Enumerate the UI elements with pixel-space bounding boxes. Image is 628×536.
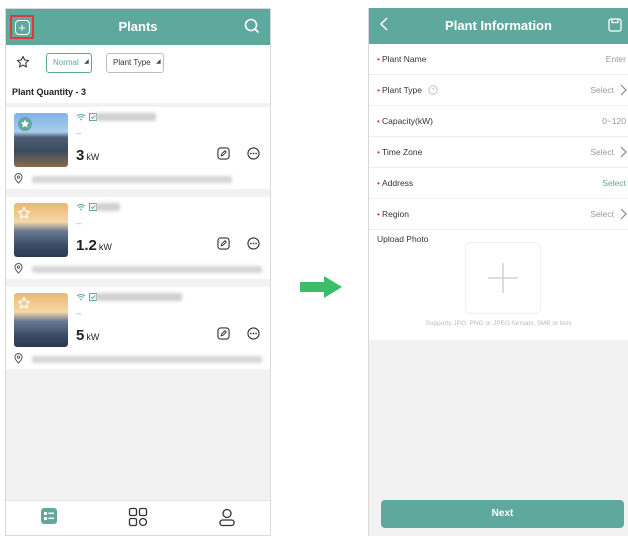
field-label: Capacity(kW) xyxy=(381,116,433,126)
plant-address-redacted xyxy=(32,266,262,273)
user-icon[interactable] xyxy=(217,507,237,527)
page-title: Plants xyxy=(118,19,158,34)
favorite-star-filled-icon[interactable] xyxy=(17,116,33,132)
region-field[interactable]: • Region Select xyxy=(369,199,628,230)
plant-type-field[interactable]: • Plant Type ? Select xyxy=(369,75,628,106)
edit-icon[interactable] xyxy=(217,147,230,160)
plant-card[interactable]: -- 1.2 kW xyxy=(6,197,270,279)
plant-address-redacted xyxy=(32,176,232,183)
favorite-star-outline-icon[interactable] xyxy=(17,296,31,310)
apps-grid-icon[interactable] xyxy=(128,507,148,527)
required-marker: • xyxy=(377,178,380,188)
location-pin-icon xyxy=(14,353,23,364)
address-field[interactable]: • Address Select xyxy=(369,168,628,199)
more-options-icon[interactable] xyxy=(247,237,260,250)
field-label: Plant Type xyxy=(381,85,422,95)
page-title: Plant Information xyxy=(445,18,552,33)
plant-info-header: Plant Information xyxy=(369,8,628,44)
filter-bar: Normal ◢ Plant Type ◢ xyxy=(6,45,270,81)
field-label: Region xyxy=(381,209,409,219)
required-marker: • xyxy=(377,147,380,157)
chevron-right-icon xyxy=(620,146,627,158)
edit-icon[interactable] xyxy=(217,237,230,250)
wifi-icon xyxy=(76,204,86,211)
capacity-field[interactable]: • Capacity(kW) 0~120 xyxy=(369,106,628,137)
address-select[interactable]: Select xyxy=(602,168,626,199)
plant-type-select[interactable]: Select xyxy=(590,75,614,106)
upload-photo-section: Upload Photo Supports JPG, PNG or JPEG f… xyxy=(369,230,628,340)
plant-capacity: 1.2 kW xyxy=(76,237,112,254)
plant-capacity-unit: kW xyxy=(98,242,112,252)
location-pin-icon xyxy=(14,263,23,274)
plant-capacity-value: 1.2 xyxy=(76,237,97,254)
plant-thumbnail xyxy=(14,113,68,167)
plant-status-text: -- xyxy=(76,129,82,138)
wifi-icon xyxy=(76,114,86,121)
more-options-icon[interactable] xyxy=(247,327,260,340)
plants-header: + Plants xyxy=(6,9,270,45)
plant-status-icons xyxy=(76,203,97,211)
plant-status-text: -- xyxy=(76,219,82,228)
upload-photo-button[interactable] xyxy=(465,242,541,314)
plant-thumbnail xyxy=(14,293,68,347)
dropdown-corner-icon: ◢ xyxy=(84,59,89,65)
plant-capacity-value: 3 xyxy=(76,147,85,164)
search-icon[interactable] xyxy=(244,18,260,34)
plant-name-field[interactable]: • Plant Name Enter xyxy=(369,44,628,75)
plant-capacity-unit: kW xyxy=(86,332,100,342)
plant-address-redacted xyxy=(32,356,262,363)
favorite-star-outline-icon[interactable] xyxy=(17,206,31,220)
bottom-tab-bar xyxy=(6,500,270,535)
plant-info-form: • Plant Name Enter • Plant Type ? Select •… xyxy=(369,44,628,340)
region-select[interactable]: Select xyxy=(590,199,614,230)
plant-name-redacted xyxy=(96,113,156,121)
plants-screen: + Plants Normal ◢ Plant Type ◢ Plant Qua… xyxy=(5,8,271,536)
required-marker: • xyxy=(377,209,380,219)
plant-card[interactable]: -- 5 kW xyxy=(6,287,270,369)
location-pin-icon xyxy=(14,173,23,184)
field-label: Plant Name xyxy=(381,54,427,64)
plant-status-icons xyxy=(76,293,97,301)
more-options-icon[interactable] xyxy=(247,147,260,160)
status-filter-dropdown[interactable]: Normal ◢ xyxy=(46,53,92,73)
upload-hint: Supports JPG, PNG or JPEG formats, 5MB o… xyxy=(425,320,572,327)
plant-name-redacted xyxy=(96,203,120,211)
required-marker: • xyxy=(377,54,380,64)
help-icon[interactable]: ? xyxy=(428,85,439,95)
plus-icon xyxy=(488,263,518,293)
plant-status-icons xyxy=(76,113,97,121)
capacity-input[interactable]: 0~120 xyxy=(602,106,626,137)
edit-icon[interactable] xyxy=(217,327,230,340)
save-icon[interactable] xyxy=(608,18,622,32)
required-marker: • xyxy=(377,85,380,95)
field-label: Address xyxy=(381,178,414,188)
status-filter-label: Normal xyxy=(53,58,79,67)
upload-photo-label: Upload Photo xyxy=(377,234,429,244)
plant-capacity: 5 kW xyxy=(76,327,99,344)
chevron-right-icon xyxy=(620,208,627,220)
chevron-right-icon xyxy=(620,84,627,96)
plant-list-icon[interactable] xyxy=(40,507,58,525)
plant-type-filter-label: Plant Type xyxy=(113,58,151,67)
plant-card[interactable]: -- 3 kW xyxy=(6,107,270,189)
plant-status-text: -- xyxy=(76,309,82,318)
time-zone-select[interactable]: Select xyxy=(590,137,614,168)
plant-capacity: 3 kW xyxy=(76,147,99,164)
time-zone-field[interactable]: • Time Zone Select xyxy=(369,137,628,168)
favorite-filter-star-icon[interactable] xyxy=(16,55,30,69)
plant-capacity-unit: kW xyxy=(86,152,100,162)
next-button[interactable]: Next xyxy=(381,500,624,528)
plant-information-screen: Plant Information • Plant Name Enter • Pla… xyxy=(368,8,628,536)
dropdown-corner-icon: ◢ xyxy=(156,59,161,65)
plant-name-redacted xyxy=(96,293,182,301)
plant-name-input[interactable]: Enter xyxy=(606,44,626,75)
flow-arrow-icon xyxy=(300,276,342,298)
required-marker: • xyxy=(377,116,380,126)
plant-type-filter-dropdown[interactable]: Plant Type ◢ xyxy=(106,53,164,73)
field-label: Time Zone xyxy=(381,147,423,157)
plant-capacity-value: 5 xyxy=(76,327,85,344)
plant-quantity: Plant Quantity - 3 xyxy=(6,81,270,103)
wifi-icon xyxy=(76,294,86,301)
plant-thumbnail xyxy=(14,203,68,257)
